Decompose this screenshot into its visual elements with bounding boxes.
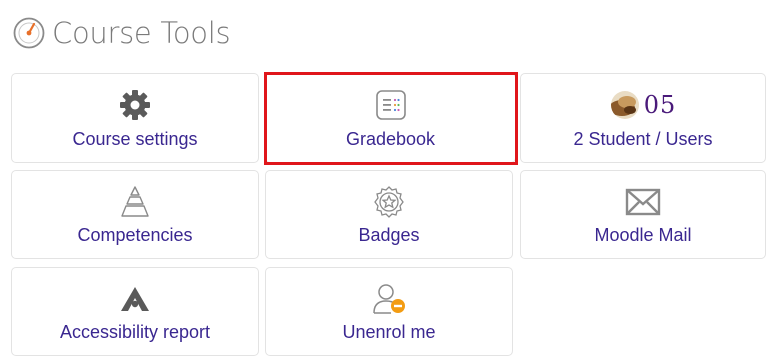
user-remove-icon — [266, 282, 512, 316]
moodle-mail-tile[interactable]: Moodle Mail — [520, 170, 766, 259]
page-header: Course Tools — [12, 14, 231, 52]
students-users-label: 2 Student / Users — [573, 129, 713, 149]
gear-icon — [12, 88, 258, 122]
gradebook-icon — [266, 88, 515, 122]
accessibility-report-tile[interactable]: Accessibility report — [11, 267, 259, 356]
dashboard-gauge-icon — [12, 16, 46, 50]
competencies-tile[interactable]: Competencies — [11, 170, 259, 259]
badges-label: Badges — [358, 225, 420, 245]
competencies-label: Competencies — [77, 225, 193, 245]
course-settings-tile[interactable]: Course settings — [11, 73, 259, 163]
course-settings-label: Course settings — [72, 129, 198, 149]
moodle-mail-label: Moodle Mail — [594, 225, 692, 245]
student-count: 05 — [643, 91, 677, 119]
gradebook-label: Gradebook — [345, 129, 436, 149]
badge-icon — [266, 185, 512, 219]
students-count: 05 — [521, 88, 765, 122]
unenrol-me-tile[interactable]: Unenrol me — [265, 267, 513, 356]
gradebook-tile[interactable]: Gradebook — [265, 73, 516, 163]
accessibility-report-label: Accessibility report — [59, 322, 211, 342]
page-title: Course Tools — [52, 16, 231, 50]
pyramid-icon — [12, 185, 258, 219]
badges-tile[interactable]: Badges — [265, 170, 513, 259]
accessibility-icon — [12, 282, 258, 316]
envelope-icon — [521, 185, 765, 219]
unenrol-me-label: Unenrol me — [342, 322, 436, 342]
students-users-tile[interactable]: 05 2 Student / Users — [520, 73, 766, 163]
user-avatar — [610, 91, 639, 119]
